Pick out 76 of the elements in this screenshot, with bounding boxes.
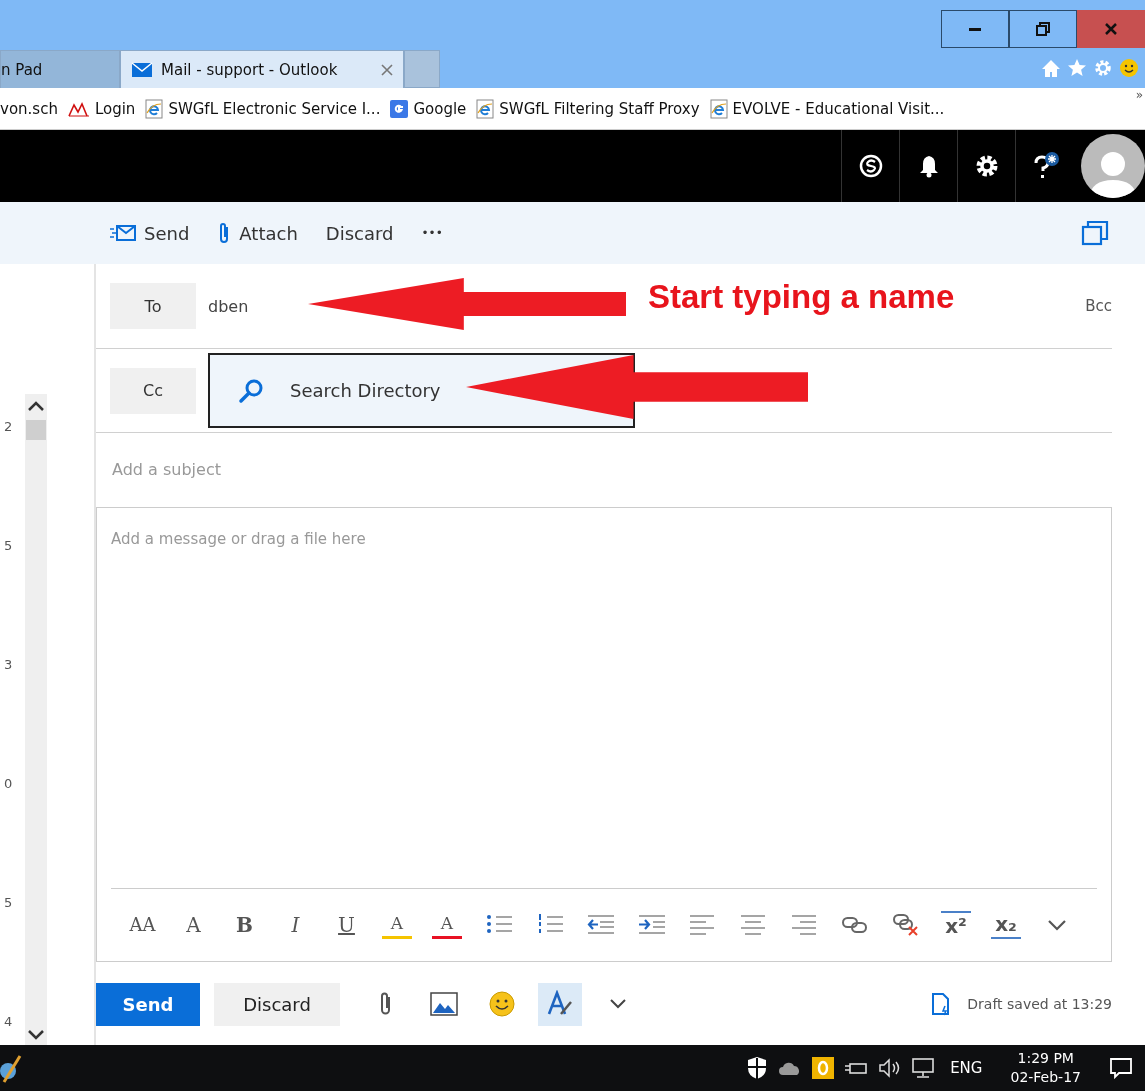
scrollbar[interactable]: [25, 394, 47, 1047]
page-icon: [709, 98, 728, 119]
envelope-icon: [131, 61, 153, 78]
cut-off-number: 4: [4, 1014, 14, 1029]
command-button[interactable]: Send: [110, 222, 190, 244]
chart-icon: [67, 100, 90, 117]
chevron-up-icon[interactable]: [27, 400, 45, 412]
toolbar-button[interactable]: [538, 982, 582, 1026]
remove-link-icon: [891, 911, 920, 938]
send-button[interactable]: Send: [96, 982, 200, 1026]
format-button[interactable]: A: [170, 904, 217, 945]
skype-icon[interactable]: [857, 153, 884, 179]
favorite-link[interactable]: Google: [413, 99, 467, 118]
cut-off-number: 5: [4, 538, 14, 553]
chevron-down-icon[interactable]: [27, 1029, 45, 1041]
tab-title: n Pad: [1, 60, 43, 79]
favorite-link[interactable]: SWGfL Electronic Service I...: [168, 99, 381, 118]
recipient-input-text[interactable]: dben: [208, 296, 249, 316]
cut-off-number: 5: [4, 895, 14, 910]
shield-icon[interactable]: [746, 1056, 769, 1080]
search-icon: [238, 377, 264, 404]
bcc-link[interactable]: Bcc: [1085, 297, 1112, 316]
to-button[interactable]: To: [110, 283, 196, 330]
language-indicator[interactable]: ENG: [950, 1059, 983, 1077]
favorite-link[interactable]: SWGfL Filtering Staff Proxy: [499, 99, 700, 118]
format-button[interactable]: U: [323, 904, 370, 945]
annotation-text: Start typing a name: [648, 278, 955, 316]
close-icon: [1104, 22, 1118, 36]
cc-button[interactable]: Cc: [110, 367, 196, 414]
minimize-icon: [969, 27, 981, 31]
outlook-icon[interactable]: [812, 1057, 835, 1079]
google-icon: [390, 99, 409, 118]
format-button[interactable]: A: [432, 910, 462, 939]
cut-off-number: 2: [4, 419, 14, 434]
cut-off-number: 0: [4, 776, 14, 791]
draft-document-icon: [931, 992, 952, 1017]
discard-button[interactable]: Discard: [214, 982, 340, 1026]
close-icon[interactable]: [381, 63, 393, 76]
pop-out-icon[interactable]: [1081, 220, 1109, 246]
paperclip-icon: [379, 991, 393, 1018]
draft-status: Draft saved at 13:29: [967, 996, 1112, 1013]
clock-date[interactable]: 02-Feb-17: [1010, 1068, 1081, 1087]
format-button[interactable]: AA: [119, 904, 166, 945]
restore-button[interactable]: [1009, 10, 1077, 48]
smiley-icon: [488, 990, 516, 1019]
browser-tab[interactable]: n Pad: [0, 50, 120, 88]
notification-icon[interactable]: [1109, 1057, 1133, 1079]
scroll-thumb[interactable]: [26, 420, 46, 440]
cut-off-number: 3: [4, 657, 14, 672]
favorite-link[interactable]: EVOLVE - Educational Visit...: [732, 99, 945, 118]
format-button[interactable]: x²: [941, 910, 971, 939]
overflow-chevron[interactable]: »: [1135, 88, 1143, 102]
format-button[interactable]: B: [221, 904, 268, 945]
paintbrush-icon[interactable]: [0, 1053, 22, 1083]
restore-icon: [1036, 22, 1050, 36]
clock-time[interactable]: 1:29 PM: [1017, 1049, 1074, 1068]
favorite-link[interactable]: von.sch: [0, 99, 58, 118]
tab-title: Mail - support - Outlook: [161, 60, 338, 79]
format-button[interactable]: I: [272, 904, 319, 945]
format-button[interactable]: A: [382, 910, 412, 939]
command-button[interactable]: Discard: [325, 222, 394, 244]
picture-icon: [430, 992, 458, 1017]
send-icon: [110, 224, 136, 242]
command-button[interactable]: Attach: [217, 221, 298, 245]
browser-tab[interactable]: Mail - support - Outlook: [120, 50, 404, 88]
page-icon: [476, 98, 495, 119]
more-button[interactable]: •••: [421, 226, 443, 240]
minimize-button[interactable]: [941, 10, 1009, 48]
page-icon: [145, 98, 164, 119]
network-icon[interactable]: [912, 1057, 937, 1079]
favorite-link[interactable]: Login: [94, 99, 136, 118]
format-button[interactable]: x₂: [991, 910, 1021, 939]
star-icon[interactable]: [1067, 58, 1087, 78]
smiley-icon[interactable]: [1119, 58, 1139, 78]
message-body-field[interactable]: Add a message or drag a file here AA A B I U A A x² x₂: [96, 506, 1112, 962]
chevron-down-icon: [609, 998, 627, 1011]
